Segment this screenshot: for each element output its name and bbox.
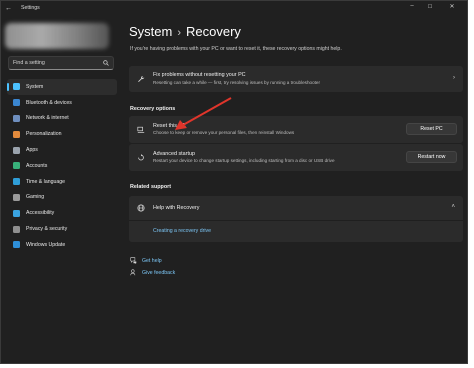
app-title: Settings [21, 5, 40, 11]
sidebar-item-label: Time & language [26, 178, 66, 185]
reset-pc-subtitle: Choose to keep or remove your personal f… [153, 130, 295, 135]
sidebar-item-network-internet[interactable]: Network & internet [7, 111, 117, 127]
sidebar-item-privacy-security[interactable]: Privacy & security [7, 221, 117, 237]
sidebar-item-system[interactable]: System [7, 79, 117, 95]
sidebar-item-label: Gaming [26, 194, 45, 201]
sidebar-item-label: Accessibility [26, 210, 55, 217]
sidebar-item-windows-update[interactable]: Windows Update [7, 237, 117, 253]
back-arrow-icon[interactable]: ← [5, 4, 12, 13]
get-help-label: Get help [142, 257, 162, 264]
fix-problems-card[interactable]: Fix problems without resetting your PC R… [129, 66, 463, 92]
get-help-link[interactable]: Get help [130, 257, 162, 264]
apps-icon [13, 146, 20, 154]
reset-pc-button[interactable]: Reset PC [406, 123, 457, 135]
restart-now-button[interactable]: Restart now [406, 151, 457, 163]
breadcrumb-system[interactable]: System [129, 24, 172, 39]
globe-icon [137, 204, 145, 212]
maximize-button[interactable]: ☐ [423, 4, 437, 10]
shield-icon [13, 225, 20, 233]
card-divider [129, 220, 463, 221]
breadcrumb-recovery: Recovery [186, 24, 241, 39]
related-support-heading: Related support [130, 184, 172, 190]
search-placeholder: Find a setting [13, 60, 45, 66]
sidebar-item-label: Bluetooth & devices [26, 99, 72, 106]
sidebar-item-bluetooth-devices[interactable]: Bluetooth & devices [7, 95, 117, 111]
get-help-icon [130, 257, 137, 264]
sidebar-item-label: Personalization [26, 131, 62, 138]
bluetooth-icon [13, 99, 20, 107]
search-input[interactable]: Find a setting [8, 56, 114, 70]
minimize-button[interactable]: – [405, 3, 419, 9]
sidebar-item-label: Apps [26, 147, 38, 154]
help-with-recovery-card: Help with Recovery ˄ Creating a recovery… [129, 196, 463, 242]
fix-problems-title: Fix problems without resetting your PC [153, 72, 246, 78]
advanced-startup-icon [138, 154, 144, 161]
sidebar-item-accounts[interactable]: Accounts [7, 158, 117, 174]
update-icon [13, 241, 20, 249]
give-feedback-label: Give feedback [142, 269, 176, 276]
system-icon [13, 83, 20, 91]
creating-recovery-drive-link[interactable]: Creating a recovery drive [153, 228, 211, 234]
sidebar-item-label: Windows Update [26, 241, 66, 248]
feedback-icon [130, 269, 136, 276]
sidebar-item-label: System [26, 83, 44, 90]
advanced-startup-subtitle: Restart your device to change startup se… [153, 158, 335, 163]
search-icon[interactable] [103, 60, 109, 66]
globe-clock-icon [13, 178, 20, 186]
fix-problems-subtitle: Resetting can take a while — first, try … [153, 80, 320, 85]
close-button[interactable]: ✕ [445, 3, 459, 10]
sidebar-item-apps[interactable]: Apps [7, 142, 117, 158]
accessibility-icon [13, 209, 20, 217]
reset-pc-card: Reset this PC Choose to keep or remove y… [129, 116, 463, 143]
controller-icon [13, 193, 20, 201]
sidebar-item-personalization[interactable]: Personalization [7, 126, 117, 142]
page-title: System › Recovery [129, 24, 241, 39]
sidebar-item-label: Accounts [26, 162, 48, 169]
sidebar-item-accessibility[interactable]: Accessibility [7, 205, 117, 221]
page-description: If you're having problems with your PC o… [130, 46, 342, 52]
brush-icon [13, 130, 20, 138]
recovery-options-heading: Recovery options [130, 106, 176, 112]
chevron-up-icon[interactable]: ˄ [451, 204, 455, 210]
reset-pc-icon [137, 126, 145, 133]
help-with-recovery-title: Help with Recovery [153, 205, 200, 211]
wifi-icon [13, 114, 20, 122]
help-with-recovery-header[interactable]: Help with Recovery ˄ [129, 196, 463, 220]
title-bar: ← Settings – ☐ ✕ [1, 1, 467, 17]
advanced-startup-title: Advanced startup [153, 151, 195, 157]
person-icon [13, 162, 20, 170]
give-feedback-link[interactable]: Give feedback [130, 269, 175, 276]
reset-pc-title: Reset this PC [153, 123, 186, 129]
chevron-right-icon: › [453, 75, 455, 81]
sidebar-nav: System Bluetooth & devices Network & inter… [7, 79, 117, 253]
sidebar-item-gaming[interactable]: Gaming [7, 190, 117, 206]
sidebar-item-time-language[interactable]: Time & language [7, 174, 117, 190]
advanced-startup-card: Advanced startup Restart your device to … [129, 144, 463, 171]
sidebar-item-label: Privacy & security [26, 226, 68, 233]
wrench-icon [138, 75, 145, 83]
account-avatar-blurred[interactable] [5, 23, 109, 49]
breadcrumb-separator: › [177, 27, 182, 39]
settings-window: ← Settings – ☐ ✕ Find a setting System Bl… [0, 0, 468, 364]
sidebar-item-label: Network & internet [26, 115, 69, 122]
